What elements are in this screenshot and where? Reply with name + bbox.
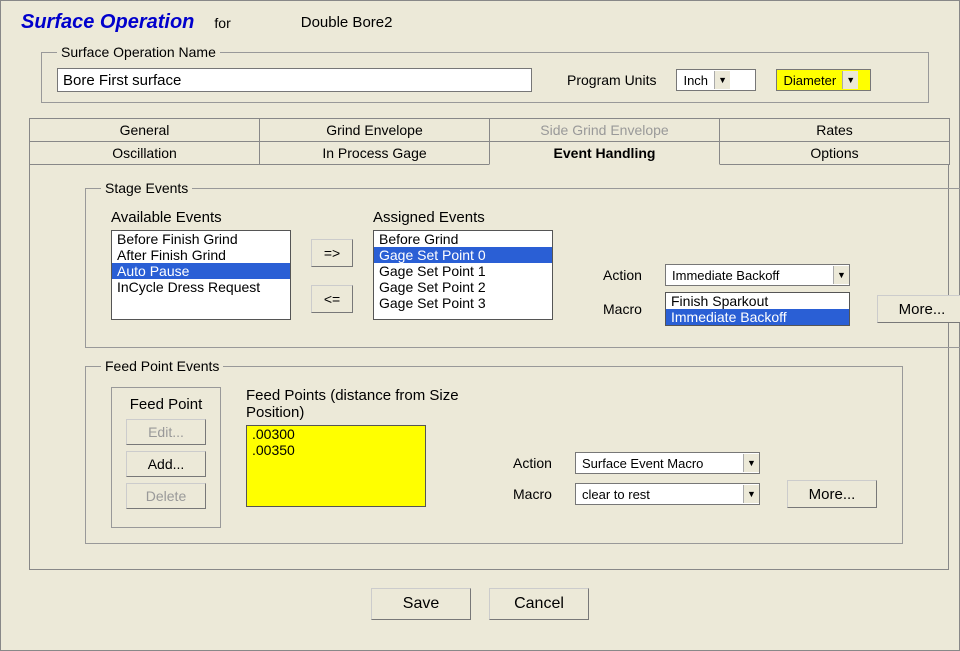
for-label: for xyxy=(214,15,230,31)
save-button[interactable]: Save xyxy=(371,588,471,620)
edit-button: Edit... xyxy=(126,419,206,445)
tab-options[interactable]: Options xyxy=(719,141,950,165)
list-item[interactable]: Gage Set Point 1 xyxy=(374,263,552,279)
macro-dropdown-open[interactable]: Finish Sparkout Immediate Backoff xyxy=(665,292,850,326)
macro-option[interactable]: Immediate Backoff xyxy=(666,309,849,325)
fp-macro-label: Macro xyxy=(513,486,563,502)
tab-rates[interactable]: Rates xyxy=(719,118,950,142)
stage-events-fieldset: Stage Events Available Events Before Fin… xyxy=(85,180,960,348)
chevron-down-icon: ▼ xyxy=(743,485,759,503)
available-events-label: Available Events xyxy=(111,209,291,226)
assigned-events-list[interactable]: Before Grind Gage Set Point 0 Gage Set P… xyxy=(373,230,553,320)
chevron-down-icon: ▼ xyxy=(842,71,858,89)
fp-action-label: Action xyxy=(513,455,563,471)
tab-event-handling[interactable]: Event Handling xyxy=(489,141,720,165)
feed-events-fieldset: Feed Point Events Feed Point Edit... Add… xyxy=(85,358,903,544)
list-item[interactable]: Before Grind xyxy=(374,231,552,247)
tab-grind-envelope[interactable]: Grind Envelope xyxy=(259,118,490,142)
action-label: Action xyxy=(603,267,653,283)
fp-more-button[interactable]: More... xyxy=(787,480,877,508)
more-button[interactable]: More... xyxy=(877,295,960,323)
program-units-label: Program Units xyxy=(567,72,656,88)
list-item[interactable]: After Finish Grind xyxy=(112,247,290,263)
units-value: Inch xyxy=(677,73,714,88)
fp-action-value: Surface Event Macro xyxy=(576,456,743,471)
list-item[interactable]: Gage Set Point 2 xyxy=(374,279,552,295)
tab-oscillation[interactable]: Oscillation xyxy=(29,141,260,165)
stage-events-legend: Stage Events xyxy=(101,180,192,196)
feedpoint-title: Feed Point xyxy=(126,396,206,413)
fp-action-select[interactable]: Surface Event Macro ▼ xyxy=(575,452,760,474)
list-item[interactable]: .00300 xyxy=(247,426,425,442)
assigned-events-label: Assigned Events xyxy=(373,209,553,226)
tab-general[interactable]: General xyxy=(29,118,260,142)
tab-in-process-gage[interactable]: In Process Gage xyxy=(259,141,490,165)
available-events-list[interactable]: Before Finish Grind After Finish Grind A… xyxy=(111,230,291,320)
action-value: Immediate Backoff xyxy=(666,268,833,283)
chevron-down-icon: ▼ xyxy=(743,454,759,472)
name-legend: Surface Operation Name xyxy=(57,44,220,60)
list-item[interactable]: Gage Set Point 0 xyxy=(374,247,552,263)
fp-macro-value: clear to rest xyxy=(576,487,743,502)
page-title: Surface Operation xyxy=(21,11,194,34)
move-left-button[interactable]: <= xyxy=(311,285,353,313)
chevron-down-icon: ▼ xyxy=(833,266,849,284)
surface-name: Double Bore2 xyxy=(301,14,393,31)
diameter-value: Diameter xyxy=(777,73,842,88)
name-fieldset: Surface Operation Name Program Units Inc… xyxy=(41,44,929,103)
add-button[interactable]: Add... xyxy=(126,451,206,477)
action-select[interactable]: Immediate Backoff ▼ xyxy=(665,264,850,286)
fp-macro-select[interactable]: clear to rest ▼ xyxy=(575,483,760,505)
feedpoints-list[interactable]: .00300 .00350 xyxy=(246,425,426,507)
list-item[interactable]: InCycle Dress Request xyxy=(112,279,290,295)
feedpoints-list-label: Feed Points (distance from Size Position… xyxy=(246,387,493,421)
list-item[interactable]: Gage Set Point 3 xyxy=(374,295,552,311)
delete-button: Delete xyxy=(126,483,206,509)
macro-label: Macro xyxy=(603,301,653,317)
chevron-down-icon: ▼ xyxy=(714,71,730,89)
list-item[interactable]: Before Finish Grind xyxy=(112,231,290,247)
diameter-select[interactable]: Diameter ▼ xyxy=(776,69,871,91)
tab-side-grind-envelope: Side Grind Envelope xyxy=(489,118,720,142)
move-right-button[interactable]: => xyxy=(311,239,353,267)
operation-name-input[interactable] xyxy=(57,68,532,92)
list-item[interactable]: Auto Pause xyxy=(112,263,290,279)
feedpoint-box: Feed Point Edit... Add... Delete xyxy=(111,387,221,528)
list-item[interactable]: .00350 xyxy=(247,442,425,458)
feed-events-legend: Feed Point Events xyxy=(101,358,223,374)
units-select[interactable]: Inch ▼ xyxy=(676,69,756,91)
macro-option[interactable]: Finish Sparkout xyxy=(666,293,849,309)
cancel-button[interactable]: Cancel xyxy=(489,588,589,620)
